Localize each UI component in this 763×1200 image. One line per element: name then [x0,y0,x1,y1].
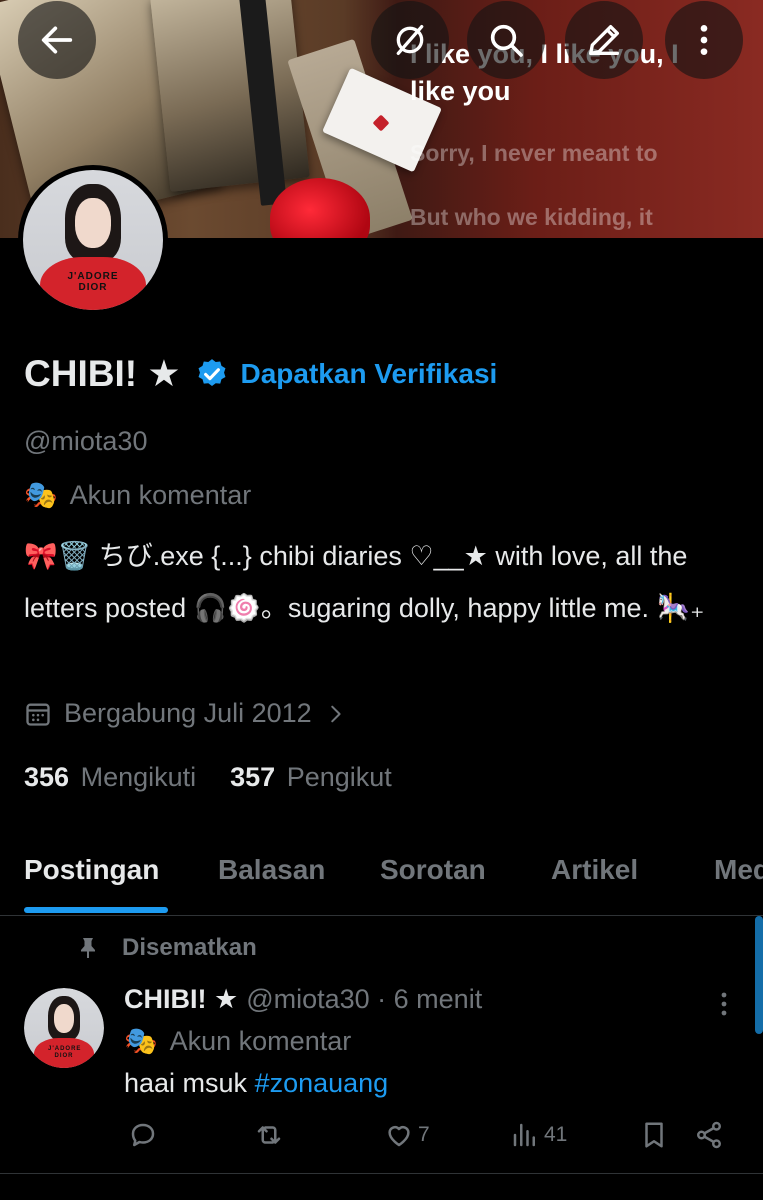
following-stat[interactable]: 356 Mengikuti [24,762,196,793]
post-more-icon[interactable] [714,990,734,1020]
more-button[interactable] [665,1,743,79]
followers-count: 357 [230,762,276,792]
pin-icon [81,938,95,958]
banner-faded-line: Sorry, I never meant to [410,140,658,166]
chevron-right-icon [330,705,341,722]
theater-mask-icon: 🎭 [124,1026,158,1056]
follow-stats: 356 Mengikuti 357 Pengikut [24,762,392,793]
profile-name: CHIBI! ★ [24,353,181,394]
pinned-indicator: Disematkan [76,934,257,962]
joined-date-row[interactable]: Bergabung Juli 2012 [24,698,346,729]
post-divider [0,1173,763,1174]
banner-faded-line: But who we kidding, it [410,204,653,230]
tab-posts[interactable]: Postingan [24,854,159,886]
profile-avatar[interactable]: J'ADORE DIOR [18,165,168,315]
tab-highlights[interactable]: Sorotan [380,854,486,886]
pinned-label: Disematkan [122,934,257,961]
views-chart-icon [513,1123,535,1147]
followers-label: Pengikut [286,762,392,792]
tab-media[interactable]: Media [714,854,763,886]
calendar-icon [26,703,50,726]
reply-icon [131,1123,155,1147]
following-label: Mengikuti [80,762,197,792]
verified-badge-icon[interactable] [195,357,229,391]
post-meta: @miota30 · 6 menit [246,984,483,1014]
share-icon [697,1121,721,1149]
post-text: haai msuk #zonauang [124,1068,388,1099]
like-count: 7 [418,1123,430,1146]
post-header: CHIBI! ★ @miota30 · 6 menit [124,984,482,1015]
like-button[interactable]: 7 [384,1120,430,1150]
post-author-name[interactable]: CHIBI! ★ [124,984,238,1015]
profile-handle: @miota30 [24,426,148,456]
avatar-face [53,1004,75,1033]
profile-name-row: CHIBI! ★ Dapatkan Verifikasi [24,352,497,395]
tab-articles[interactable]: Artikel [551,854,638,886]
repost-button[interactable] [254,1120,284,1150]
get-verified-link[interactable]: Dapatkan Verifikasi [241,358,498,390]
avatar-face [74,198,112,249]
back-button[interactable] [18,1,96,79]
active-tab-indicator [24,907,168,913]
following-count: 356 [24,762,70,792]
scrollbar[interactable] [755,916,763,1034]
avatar-photo: J'ADORE DIOR [23,170,163,310]
avatar-shirt-text: J'ADORE DIOR [48,1045,82,1059]
pencil-icon [589,25,619,55]
theater-mask-icon: 🎭 [24,480,58,510]
avatar-shirt-text: J'ADORE DIOR [67,270,119,293]
reply-button[interactable] [128,1120,158,1150]
post-avatar[interactable]: J'ADORE DIOR [24,988,104,1068]
arrow-left-icon [41,26,73,54]
post-body: haai msuk [124,1068,255,1098]
followers-stat[interactable]: 357 Pengikut [230,762,392,793]
more-vertical-icon [700,25,708,55]
search-button[interactable] [467,1,545,79]
tab-replies[interactable]: Balasan [218,854,325,886]
profile-tabs: Postingan Balasan Sorotan Artikel Media [0,840,763,916]
joined-date-text: Bergabung Juli 2012 [64,698,312,728]
bookmark-button[interactable] [639,1120,669,1150]
edit-button[interactable] [565,1,643,79]
views-button[interactable]: 41 [510,1120,567,1150]
repost-icon [257,1126,281,1144]
bookmark-icon [645,1122,663,1148]
post-account-label-text: Akun komentar [169,1025,352,1056]
post-hashtag[interactable]: #zonauang [255,1068,389,1098]
post-actions: 7 41 [124,1120,734,1160]
heart-icon [388,1126,410,1147]
account-label-text: Akun komentar [69,479,252,510]
search-icon [490,24,523,57]
share-button[interactable] [694,1120,724,1150]
views-count: 41 [544,1123,568,1146]
banner-book [150,0,310,192]
grok-icon [396,25,424,55]
post-avatar-photo: J'ADORE DIOR [24,988,104,1068]
post-account-label: 🎭 Akun komentar [124,1025,351,1057]
grok-button[interactable] [371,1,449,79]
account-label: 🎭 Akun komentar [24,479,251,511]
profile-bio: 🎀🗑️ ちび.exe {...} chibi diaries ♡__★ with… [24,541,705,623]
